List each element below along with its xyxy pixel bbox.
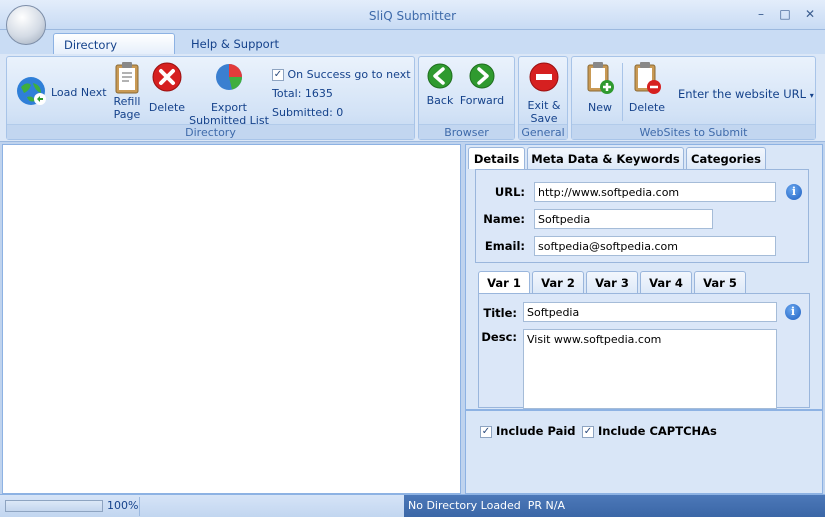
browser-pane[interactable]	[2, 144, 461, 494]
export-label-line1: Export	[210, 101, 247, 114]
status-directory-panel: No Directory Loaded PR N/A	[404, 495, 825, 517]
tab-help-support[interactable]: Help & Support	[181, 33, 289, 54]
title-label: Title:	[483, 306, 517, 320]
group-directory: Load Next Refill Page Delete Export Subm…	[6, 56, 415, 140]
close-button[interactable]: ✕	[801, 7, 819, 23]
email-label: Email:	[484, 239, 525, 253]
load-next-label: Load Next	[51, 86, 107, 99]
total-count: Total: 1635	[272, 87, 333, 100]
back-label: Back	[426, 94, 454, 107]
group-browser: Back Forward Browser	[418, 56, 515, 140]
status-separator	[139, 497, 140, 516]
new-website-button[interactable]: New	[580, 61, 620, 114]
window-title: SliQ Submitter	[368, 9, 457, 23]
info-icon[interactable]: i	[785, 304, 801, 320]
forward-arrow-icon	[469, 63, 495, 89]
tab-var-1[interactable]: Var 1	[478, 271, 530, 293]
group-label-directory: Directory	[7, 124, 414, 139]
include-captchas-option[interactable]: ✓ Include CAPTCHAs	[582, 424, 717, 438]
name-input[interactable]: Softpedia	[534, 209, 713, 229]
on-success-checkbox[interactable]: ✓	[272, 69, 284, 81]
tab-var-2[interactable]: Var 2	[532, 271, 584, 293]
delete-x-icon	[152, 62, 182, 92]
include-captchas-checkbox[interactable]: ✓	[582, 425, 594, 438]
exit-label-line1: Exit &	[527, 99, 561, 112]
tab-var-3[interactable]: Var 3	[586, 271, 638, 293]
group-label-websites: WebSites to Submit	[572, 124, 815, 139]
exit-save-button[interactable]: Exit & Save	[521, 61, 567, 125]
export-submitted-list-button[interactable]: Export Submitted List	[189, 61, 269, 127]
delete-website-label: Delete	[628, 101, 666, 114]
tab-var-4[interactable]: Var 4	[640, 271, 692, 293]
group-websites: New Delete Enter the website URL ▾ WebSi…	[571, 56, 816, 140]
minimize-button[interactable]: –	[752, 7, 770, 23]
progress-text: 100%	[107, 499, 139, 512]
clipboard-remove-icon	[634, 62, 661, 94]
details-pane: Details Meta Data & Keywords Categories …	[465, 144, 823, 494]
tab-details[interactable]: Details	[468, 147, 525, 169]
var-panel: Title: Softpedia i Desc: Visit www.softp…	[478, 293, 810, 409]
tab-meta-data-keywords[interactable]: Meta Data & Keywords	[527, 147, 684, 169]
include-paid-checkbox[interactable]: ✓	[480, 425, 492, 438]
submitted-count: Submitted: 0	[272, 106, 344, 119]
chart-export-icon	[216, 64, 242, 90]
globe-icon	[17, 77, 46, 105]
refill-label-line2: Page	[113, 108, 141, 121]
url-label: URL:	[494, 185, 525, 199]
forward-label: Forward	[459, 94, 505, 107]
stop-icon	[529, 62, 559, 92]
include-captchas-label: Include CAPTCHAs	[598, 424, 717, 438]
desc-textarea[interactable]: Visit www.softpedia.com	[523, 329, 777, 409]
info-icon[interactable]: i	[786, 184, 802, 200]
clipboard-add-icon	[587, 62, 614, 94]
progress-bar	[5, 500, 103, 512]
new-label: New	[588, 101, 612, 114]
delete-directory-button[interactable]: Delete	[147, 61, 187, 114]
chevron-down-icon: ▾	[809, 91, 814, 100]
application-orb-button[interactable]	[6, 5, 46, 45]
delete-label: Delete	[148, 101, 186, 114]
forward-button[interactable]: Forward	[457, 63, 507, 107]
divider	[466, 409, 822, 411]
ribbon-tabs: Directory Submitter Help & Support	[0, 30, 825, 66]
name-label: Name:	[483, 212, 525, 226]
clipboard-icon	[115, 62, 139, 94]
group-label-general: General	[519, 124, 567, 139]
title-bar: SliQ Submitter – □ ✕	[0, 0, 825, 30]
details-panel: URL: http://www.softpedia.com i Name: So…	[475, 169, 809, 263]
url-input[interactable]: http://www.softpedia.com	[534, 182, 776, 202]
group-general: Exit & Save General	[518, 56, 568, 140]
back-arrow-icon	[427, 63, 453, 89]
email-input[interactable]: softpedia@softpedia.com	[534, 236, 776, 256]
on-success-option[interactable]: ✓ On Success go to next	[272, 68, 411, 81]
tab-var-5[interactable]: Var 5	[694, 271, 746, 293]
directory-status-text: No Directory Loaded PR N/A	[408, 499, 566, 512]
desc-label: Desc:	[481, 330, 517, 344]
refill-label-line1: Refill	[113, 95, 141, 108]
enter-url-label: Enter the website URL	[678, 87, 807, 101]
include-paid-label: Include Paid	[496, 424, 576, 438]
status-bar: 100% No Directory Loaded PR N/A	[0, 494, 825, 517]
maximize-button[interactable]: □	[776, 7, 794, 23]
separator	[622, 63, 623, 121]
tab-directory-submitter[interactable]: Directory Submitter	[53, 33, 175, 66]
tab-categories[interactable]: Categories	[686, 147, 766, 169]
enter-url-dropdown[interactable]: Enter the website URL ▾	[678, 87, 814, 101]
title-input[interactable]: Softpedia	[523, 302, 777, 322]
delete-website-button[interactable]: Delete	[626, 61, 668, 114]
progress-fill	[6, 501, 102, 511]
on-success-label: On Success go to next	[287, 68, 411, 81]
refill-page-button[interactable]: Refill Page	[107, 61, 147, 121]
ribbon: Load Next Refill Page Delete Export Subm…	[0, 54, 825, 142]
include-paid-option[interactable]: ✓ Include Paid	[480, 424, 576, 438]
group-label-browser: Browser	[419, 124, 514, 139]
back-button[interactable]: Back	[423, 63, 457, 107]
